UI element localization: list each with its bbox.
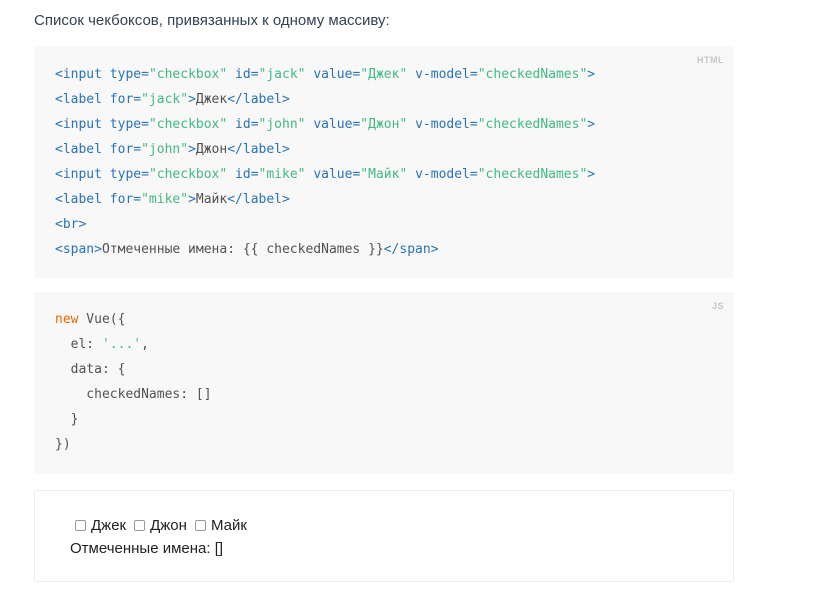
checkbox-label-mike[interactable]: Майк xyxy=(211,517,247,534)
code-token: }) xyxy=(55,437,71,452)
code-token: , xyxy=(141,337,149,352)
code-token: "john" xyxy=(141,142,189,157)
code-token: <input xyxy=(55,67,110,82)
code-token: id= xyxy=(227,167,259,182)
html-lang-tag: HTML xyxy=(697,55,724,65)
code-token: Джек xyxy=(195,92,228,107)
code-line: checkedNames: [] xyxy=(55,382,212,407)
code-token: v-model= xyxy=(407,167,478,182)
code-token: <label xyxy=(55,92,110,107)
js-lang-tag: JS xyxy=(711,301,724,311)
code-token: > xyxy=(188,192,196,207)
code-token: for= xyxy=(109,192,142,207)
code-token: > xyxy=(587,167,596,182)
demo-result-box: Джек Джон Майк Отмеченные имена: [] xyxy=(34,490,734,582)
checkbox-row: Джек Джон Майк xyxy=(75,517,255,534)
code-token: Отмеченные имена: {{ checkedNames }} xyxy=(101,242,384,257)
code-token: id= xyxy=(227,67,259,82)
code-token: Vue({ xyxy=(78,312,126,327)
html-code-block: HTML <input type="checkbox" id="jack" va… xyxy=(34,46,734,278)
code-token: el: xyxy=(55,337,102,352)
code-token: "john" xyxy=(258,117,306,132)
code-token: "jack" xyxy=(141,92,189,107)
code-token: "checkedNames" xyxy=(477,117,588,132)
code-token: "checkbox" xyxy=(148,67,228,82)
code-line: new Vue({ xyxy=(55,307,212,332)
code-token: <label xyxy=(55,192,110,207)
js-code-block: JS new Vue({ el: '...', data: { checkedN… xyxy=(34,292,734,474)
code-token: type= xyxy=(109,67,149,82)
code-line: <input type="checkbox" id="john" value="… xyxy=(55,112,595,137)
code-token: </label> xyxy=(227,92,290,107)
code-line: <input type="checkbox" id="jack" value="… xyxy=(55,62,595,87)
code-token: <input xyxy=(55,167,110,182)
code-token: Джон xyxy=(195,142,228,157)
code-token: value= xyxy=(305,117,361,132)
html-code: <input type="checkbox" id="jack" value="… xyxy=(55,62,595,262)
code-token: "checkbox" xyxy=(148,167,228,182)
code-token: data: { xyxy=(55,362,126,377)
code-token: } xyxy=(55,412,79,427)
code-line: <label for="mike">Майк</label> xyxy=(55,187,595,212)
checkbox-label-jack[interactable]: Джек xyxy=(91,517,126,534)
code-token: new xyxy=(55,312,79,327)
code-line: data: { xyxy=(55,357,212,382)
code-token: id= xyxy=(227,117,259,132)
code-token: <span> xyxy=(55,242,102,257)
code-token: type= xyxy=(109,117,149,132)
code-token: <br> xyxy=(55,217,87,232)
checkbox-label-john[interactable]: Джон xyxy=(150,517,187,534)
code-token: > xyxy=(188,92,196,107)
code-token: "mike" xyxy=(141,192,189,207)
checkbox-jack[interactable] xyxy=(75,520,86,531)
code-token: "jack" xyxy=(258,67,306,82)
code-token: v-model= xyxy=(407,117,478,132)
code-token: checkedNames: [] xyxy=(55,387,212,402)
code-token: "checkedNames" xyxy=(477,67,588,82)
js-code: new Vue({ el: '...', data: { checkedName… xyxy=(55,307,212,457)
code-token: value= xyxy=(305,167,361,182)
code-token: </label> xyxy=(227,192,290,207)
code-token: > xyxy=(587,117,596,132)
code-token: </label> xyxy=(227,142,290,157)
code-token: for= xyxy=(109,92,142,107)
intro-text: Список чекбоксов, привязанных к одному м… xyxy=(34,12,390,29)
code-token: > xyxy=(188,142,196,157)
code-token: "Джон" xyxy=(360,117,408,132)
code-token: "Майк" xyxy=(360,167,408,182)
checkbox-mike[interactable] xyxy=(194,520,206,531)
checked-names-output: Отмеченные имена: [] xyxy=(70,540,224,557)
code-line: <input type="checkbox" id="mike" value="… xyxy=(55,162,595,187)
checkbox-john[interactable] xyxy=(134,520,146,531)
code-token: Майк xyxy=(195,192,228,207)
code-token: > xyxy=(587,67,596,82)
code-token: "mike" xyxy=(258,167,306,182)
code-token: v-model= xyxy=(407,67,478,82)
code-line: } xyxy=(55,407,212,432)
code-line: <span>Отмеченные имена: {{ checkedNames … xyxy=(55,237,595,262)
code-token: '...' xyxy=(101,337,142,352)
code-line: <label for="jack">Джек</label> xyxy=(55,87,595,112)
code-token: for= xyxy=(109,142,142,157)
code-token: </span> xyxy=(383,242,439,257)
code-token: "checkedNames" xyxy=(477,167,588,182)
code-token: "Джек" xyxy=(360,67,408,82)
code-token: "checkbox" xyxy=(148,117,228,132)
code-token: type= xyxy=(109,167,149,182)
code-line: el: '...', xyxy=(55,332,212,357)
code-token: <label xyxy=(55,142,110,157)
code-line: }) xyxy=(55,432,212,457)
code-line: <br> xyxy=(55,212,595,237)
code-token: <input xyxy=(55,117,110,132)
code-line: <label for="john">Джон</label> xyxy=(55,137,595,162)
code-token: value= xyxy=(305,67,361,82)
